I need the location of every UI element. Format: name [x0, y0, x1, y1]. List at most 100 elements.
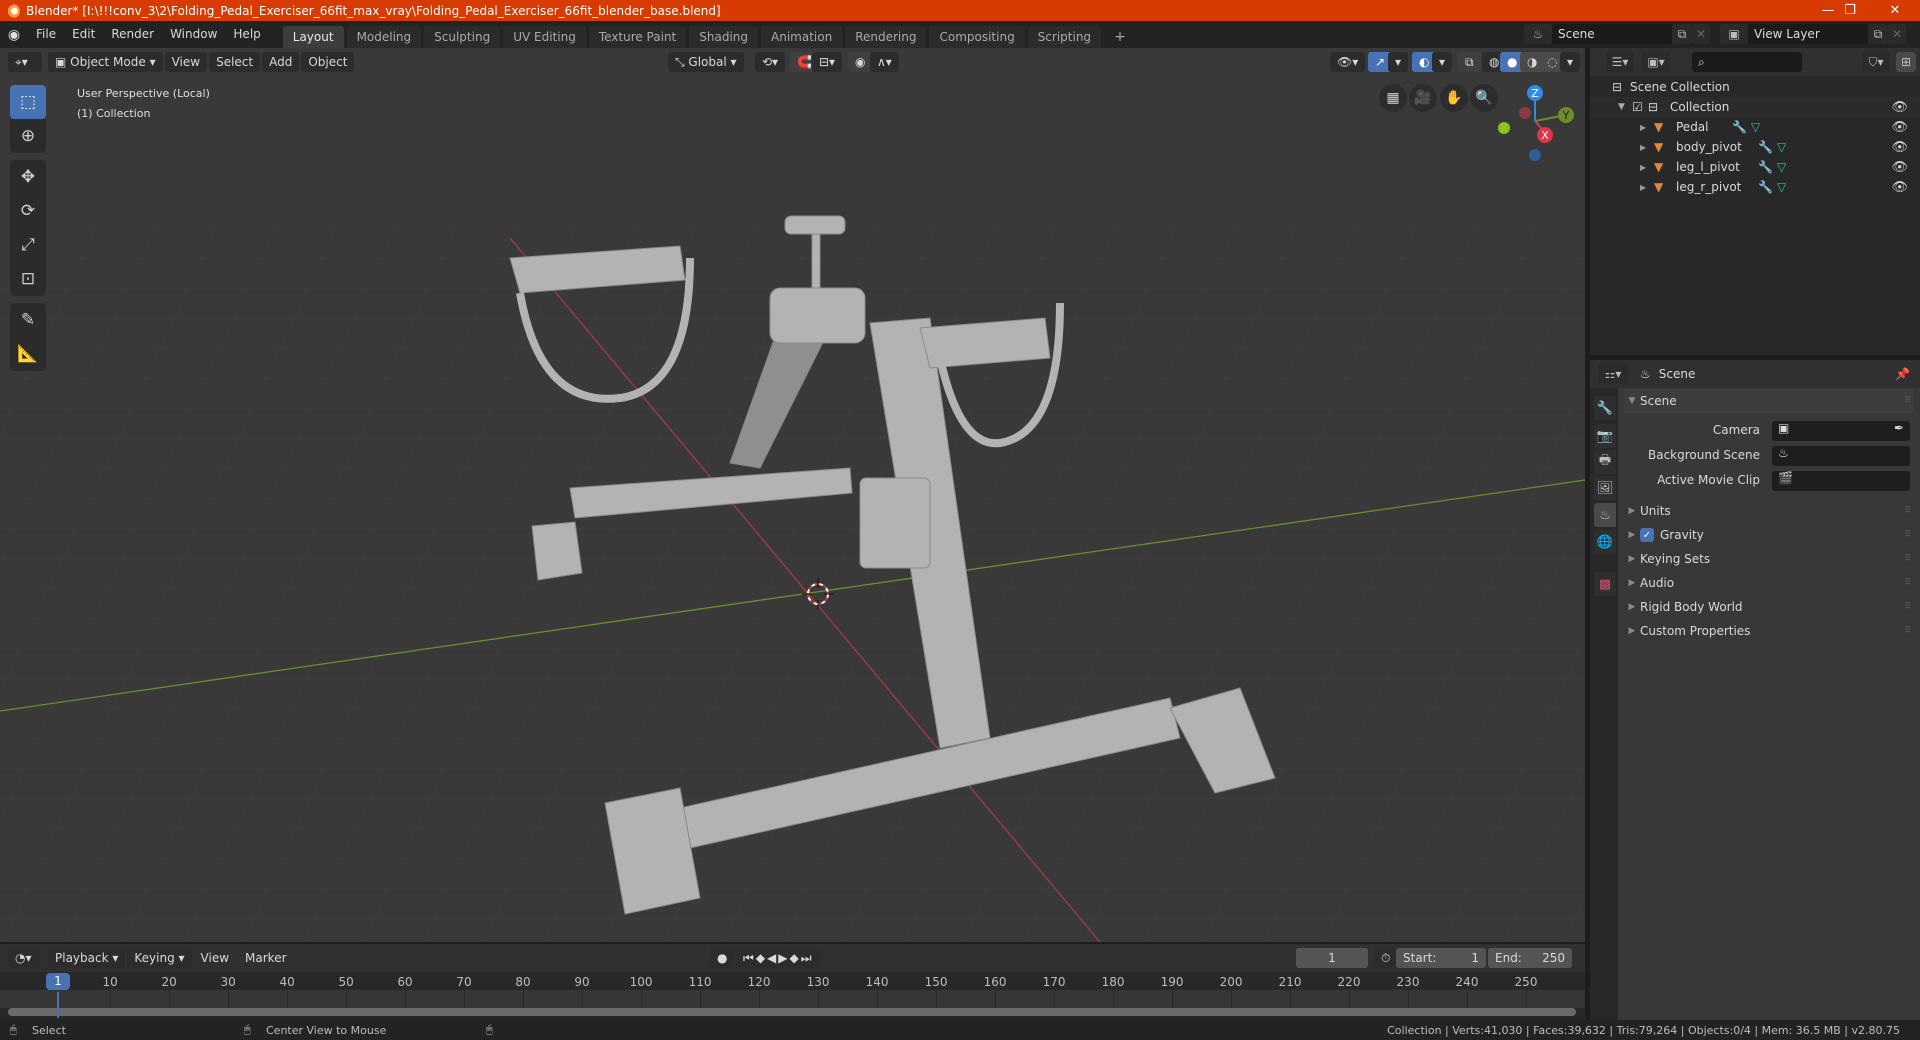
modifier-wrench-icon[interactable]: 🔧 [1758, 140, 1773, 154]
tab-render-icon[interactable]: 📷 [1594, 424, 1616, 448]
select-box-tool[interactable]: ⬚ [10, 85, 46, 119]
drag-handle-icon[interactable]: ⠿ [1904, 554, 1911, 564]
tab-shading[interactable]: Shading [689, 26, 758, 48]
active-movie-clip-field[interactable]: 🎬 [1772, 471, 1910, 491]
drag-handle-icon[interactable]: ⠿ [1904, 578, 1911, 588]
menu-view[interactable]: View [194, 948, 236, 968]
pan-view-icon[interactable]: ✋ [1440, 84, 1468, 112]
jump-end-icon[interactable]: ⏭ [801, 951, 814, 966]
tab-scripting[interactable]: Scripting [1027, 26, 1102, 48]
mesh-data-icon[interactable]: ▽ [1751, 120, 1760, 134]
blender-menu-icon[interactable]: ◉ [0, 27, 28, 43]
drag-handle-icon[interactable]: ⠿ [1904, 530, 1911, 540]
menu-add[interactable]: Add [262, 52, 300, 72]
mesh-data-icon[interactable]: ▽ [1777, 180, 1786, 194]
playhead-frame-indicator[interactable]: 1 [46, 973, 70, 990]
proportional-edit-icon[interactable]: ◉ [848, 52, 873, 72]
record-button[interactable]: ● [710, 948, 735, 968]
eye-icon[interactable]: 👁 [1891, 140, 1908, 155]
modifier-wrench-icon[interactable]: 🔧 [1732, 120, 1747, 134]
tab-sculpting[interactable]: Sculpting [424, 26, 501, 48]
scale-tool[interactable]: ⤢ [10, 228, 46, 262]
start-frame-field[interactable]: Start: 1 [1396, 948, 1486, 968]
background-scene-field[interactable]: ♨ [1772, 446, 1910, 466]
transform-tool[interactable]: ⊡ [10, 262, 46, 296]
proportional-falloff-icon[interactable]: ∧▾ [870, 52, 899, 72]
menu-playback[interactable]: Playback ▾ [48, 948, 126, 968]
tab-rendering[interactable]: Rendering [845, 26, 927, 48]
pivot-point-icon[interactable]: ⟲▾ [755, 52, 786, 72]
expand-arrow-icon[interactable]: ▶ [1640, 143, 1654, 152]
jump-start-icon[interactable]: ⏮ [743, 951, 756, 966]
drag-handle-icon[interactable]: ⠿ [1904, 626, 1911, 636]
pin-icon[interactable]: 📌 [1895, 367, 1910, 381]
outliner-editor-type-icon[interactable]: ☰▾ [1606, 52, 1634, 72]
tab-texture-paint[interactable]: Texture Paint [588, 26, 687, 48]
menu-window[interactable]: Window [162, 21, 225, 48]
new-collection-icon[interactable]: ⊞ [1896, 52, 1916, 72]
expand-arrow-icon[interactable]: ▼ [1618, 102, 1632, 112]
current-frame-field[interactable]: 1 [1296, 948, 1368, 968]
new-scene-icon[interactable]: ⧉ [1672, 24, 1692, 44]
play-reverse-icon[interactable]: ◀ [767, 951, 778, 965]
next-keyframe-icon[interactable]: ◆ [790, 951, 801, 965]
toggle-orthographic-icon[interactable]: ▦ [1379, 84, 1407, 112]
snap-target-icon[interactable]: ⊟▾ [812, 52, 843, 72]
properties-editor-type-icon[interactable]: ⚏▾ [1598, 364, 1628, 384]
modifier-wrench-icon[interactable]: 🔧 [1758, 180, 1773, 194]
playhead-line[interactable] [57, 992, 59, 1018]
menu-help[interactable]: Help [225, 21, 268, 48]
editor-type-icon[interactable]: ⌖▾ [8, 52, 42, 72]
stopwatch-icon[interactable]: ⏱ [1374, 948, 1398, 968]
expand-arrow-icon[interactable]: ▶ [1640, 183, 1654, 192]
tab-world-icon[interactable]: 🌐 [1594, 530, 1616, 554]
move-tool[interactable]: ✥ [10, 160, 46, 194]
keyframe-track[interactable] [0, 990, 1585, 1008]
playback-controls[interactable]: ⏮ ◆ ◀ ▶ ◆ ⏭ [736, 948, 821, 968]
outliner-search-input[interactable]: ⌕ [1692, 52, 1802, 72]
tab-animation[interactable]: Animation [761, 26, 843, 48]
zoom-view-icon[interactable]: 🔍 [1470, 84, 1498, 112]
scene-icon[interactable]: ♨ [1524, 24, 1552, 44]
play-icon[interactable]: ▶ [778, 951, 789, 965]
collection-checkbox[interactable]: ☑ [1632, 100, 1648, 114]
menu-marker[interactable]: Marker [238, 948, 293, 968]
outliner-row-object[interactable]: ▶ ▼ body_pivot 🔧 ▽ 👁 [1590, 137, 1920, 157]
tab-scene-icon[interactable]: ♨ [1594, 503, 1616, 527]
menu-object[interactable]: Object [301, 52, 355, 72]
menu-render[interactable]: Render [103, 21, 162, 48]
timeline-editor-type-icon[interactable]: ◔▾ [8, 948, 40, 968]
outliner-row-object[interactable]: ▶ ▼ leg_l_pivot 🔧 ▽ 👁 [1590, 157, 1920, 177]
outliner-row-object[interactable]: ▶ ▼ Pedal 🔧 ▽ 👁 [1590, 117, 1920, 137]
filter-icon[interactable]: ⛉▾ [1862, 52, 1890, 72]
drag-handle-icon[interactable]: ⠿ [1904, 506, 1911, 516]
tab-tool-icon[interactable]: 🔧 [1594, 396, 1616, 420]
tab-modeling[interactable]: Modeling [346, 26, 422, 48]
section-gravity[interactable]: ▶ ✓ Gravity ⠿ [1624, 523, 1914, 547]
gravity-checkbox[interactable]: ✓ [1640, 528, 1654, 542]
outliner-row-collection[interactable]: ▼ ☑ ⊟ Collection 👁 [1590, 97, 1920, 117]
view-layer-icon[interactable]: ▣ [1720, 24, 1748, 44]
3d-viewport[interactable]: Z Y X User Perspective (Local) (1) Colle… [0, 48, 1585, 942]
measure-tool[interactable]: 📐 [10, 337, 46, 371]
eyedropper-icon[interactable]: ✒ [1894, 421, 1904, 435]
mesh-data-icon[interactable]: ▽ [1777, 160, 1786, 174]
outliner-row-scene-collection[interactable]: ⊟ Scene Collection [1590, 77, 1920, 97]
section-custom-properties[interactable]: ▶ Custom Properties ⠿ [1624, 619, 1914, 643]
menu-edit[interactable]: Edit [64, 21, 103, 48]
eye-icon[interactable]: 👁 [1891, 180, 1908, 195]
menu-keying[interactable]: Keying ▾ [127, 948, 192, 968]
maximize-button[interactable]: ❐ [1827, 0, 1873, 21]
navigation-gizmo[interactable]: Z Y X [1498, 85, 1574, 161]
display-mode-icon[interactable]: ▣▾ [1642, 52, 1670, 72]
section-rigid-body-world[interactable]: ▶ Rigid Body World ⠿ [1624, 595, 1914, 619]
camera-view-icon[interactable]: 🎥 [1409, 84, 1437, 112]
drag-handle-icon[interactable]: ⠿ [1904, 602, 1911, 612]
section-keying-sets[interactable]: ▶ Keying Sets ⠿ [1624, 547, 1914, 571]
tab-layout[interactable]: Layout [282, 26, 344, 48]
eye-icon[interactable]: 👁 [1891, 100, 1908, 115]
transform-orientation-dropdown[interactable]: ⤡ Global ▾ [668, 52, 744, 72]
rotate-tool[interactable]: ⟳ [10, 194, 46, 228]
expand-arrow-icon[interactable]: ▶ [1640, 123, 1654, 132]
annotate-tool[interactable]: ✎ [10, 303, 46, 337]
